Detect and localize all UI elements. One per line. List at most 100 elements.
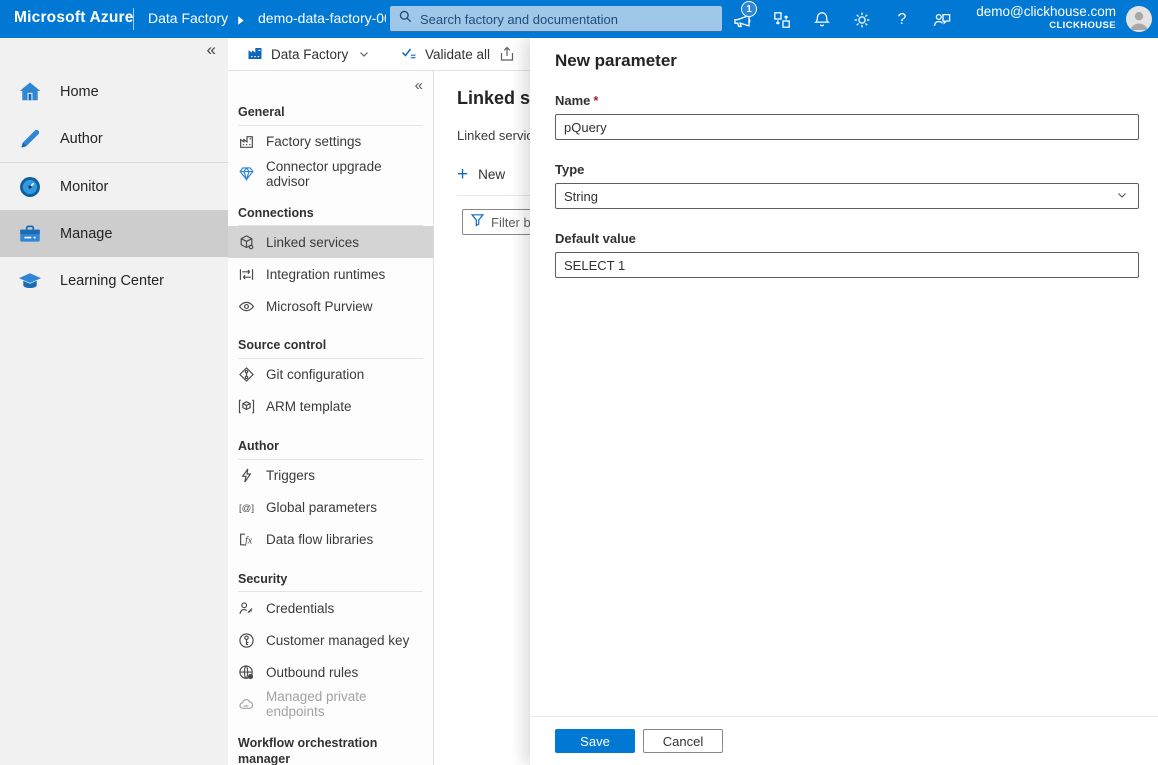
sidebar-section-workflow-orchestration-manager: Workflow orchestration manager [228,732,433,765]
sidebar-item-connector-upgrade-advisor[interactable]: Connector upgrade advisor [228,158,433,190]
new-linked-service-button[interactable]: + New [457,165,505,184]
nav-item-label: Manage [60,226,112,242]
sidebar-item-label: Connector upgrade advisor [266,159,423,189]
monitor-icon [17,174,43,200]
cancel-button[interactable]: Cancel [643,729,723,753]
sidebar-item-factory-settings[interactable]: Factory settings [228,126,433,158]
azure-logo[interactable]: Microsoft Azure [14,9,134,27]
sidebar-item-integration-runtimes[interactable]: Integration runtimes [228,258,433,290]
new-button-label: New [478,167,505,182]
sidebar-item-git-configuration[interactable]: Git configuration [228,359,433,391]
panel-footer: Save Cancel [530,716,1158,765]
sidebar-item-label: Managed private endpoints [266,689,423,719]
global-parameters-icon: [@] [238,499,255,516]
svg-text:[@]: [@] [239,503,254,514]
sidebar-item-label: Microsoft Purview [266,299,373,314]
section-header: Connections [228,202,433,225]
azure-data-factory-app: Microsoft Azure Data Factory demo-data-f… [0,0,1158,765]
sidebar-item-global-parameters[interactable]: [@] Global parameters [228,492,433,524]
factory-selector[interactable]: Data Factory [246,38,348,70]
sidebar-section-connections: Connections Linked services Integration ru… [228,202,433,323]
breadcrumb-chevron-icon [237,13,245,31]
dataflow-libraries-icon: fx [238,531,255,548]
plus-icon: + [457,165,468,184]
sidebar-item-label: Outbound rules [266,665,358,680]
new-parameter-panel: New parameter Name* Type String Default … [530,38,1158,765]
switch-directory-icon[interactable] [770,8,794,32]
nav-item-learning-center[interactable]: Learning Center [0,257,228,304]
type-label: Type [555,162,1133,177]
sidebar-item-label: Triggers [266,468,315,483]
sidebar-collapse-icon[interactable]: « [415,77,423,94]
sidebar-item-data-flow-libraries[interactable]: fxData flow libraries [228,524,433,556]
validate-all-label: Validate all [425,47,490,62]
validate-icon [400,44,418,65]
author-icon [17,126,43,152]
sidebar-item-customer-managed-key[interactable]: Customer managed key [228,624,433,656]
sidebar-item-arm-template[interactable]: ARM template [228,391,433,423]
notifications-bell-icon[interactable] [810,8,834,32]
sidebar-item-label: Global parameters [266,500,377,515]
triggers-icon [238,467,255,484]
sidebar-item-credentials[interactable]: Credentials [228,592,433,624]
credentials-icon [238,600,255,617]
sidebar-item-microsoft-purview[interactable]: Microsoft Purview [228,290,433,322]
sidebar-section-general: GeneralFactory settingsConnector upgrade… [228,101,433,190]
sidebar-item-label: ARM template [266,399,352,414]
panel-title: New parameter [555,51,1158,71]
factory-selector-label: Data Factory [271,47,348,62]
sidebar-item-label: Git configuration [266,367,364,382]
sidebar-item-linked-services[interactable]: Linked services [228,226,433,258]
search-input[interactable] [420,12,714,27]
name-label: Name* [555,93,1133,108]
linked-services-icon [238,234,255,251]
chevron-down-icon [1116,189,1128,204]
manage-sidebar: « GeneralFactory settingsConnector upgra… [228,71,434,765]
sidebar-item-label: Linked services [266,235,359,250]
sidebar-item-managed-private-endpoints: Managed private endpoints [228,688,433,720]
factory-icon [246,44,264,65]
export-template-icon[interactable] [498,38,516,70]
default-value-input[interactable] [555,252,1139,278]
connector-upgrade-icon [238,165,255,182]
section-header: Source control [228,334,433,357]
search-icon [398,9,413,29]
sidebar-item-triggers[interactable]: Triggers [228,460,433,492]
nav-item-monitor[interactable]: Monitor [0,163,228,210]
account-info[interactable]: demo@clickhouse.com CLICKHOUSE [976,4,1116,32]
filter-funnel-icon [470,212,485,232]
nav-item-author[interactable]: Author [0,115,228,162]
left-nav-collapse-icon[interactable]: « [207,40,216,60]
factory-chevron-down-icon[interactable] [358,38,370,70]
outbound-rules-icon [238,664,255,681]
managed-private-endpoints-icon [238,696,255,713]
home-icon [17,79,43,105]
required-asterisk: * [593,93,598,108]
sidebar-item-label: Integration runtimes [266,267,385,282]
nav-item-label: Author [60,131,103,147]
breadcrumb-app[interactable]: Data Factory [148,10,228,26]
manage-icon [17,221,43,247]
sidebar-section-author: AuthorTriggers[@]Global parametersfxData… [228,435,433,556]
avatar[interactable] [1126,6,1152,32]
topbar-search [390,6,722,32]
sidebar-item-outbound-rules[interactable]: Outbound rules [228,656,433,688]
sidebar-section-source-control: Source control Git configuration ARM templ… [228,334,433,423]
breadcrumb-resource[interactable]: demo-data-factory-00 [258,10,386,26]
notification-count-badge: 1 [741,1,757,17]
purview-icon [238,298,255,315]
settings-gear-icon[interactable] [850,8,874,32]
nav-item-home[interactable]: Home [0,68,228,115]
git-configuration-icon [238,366,255,383]
nav-item-manage[interactable]: Manage [0,210,228,257]
validate-all-button[interactable]: Validate all [400,38,490,70]
nav-item-label: Learning Center [60,273,164,289]
feedback-icon[interactable] [930,8,954,32]
nav-item-label: Monitor [60,179,108,195]
learning-center-icon [17,268,43,294]
type-select[interactable]: String [555,183,1139,209]
save-button[interactable]: Save [555,729,635,753]
name-input[interactable] [555,114,1139,140]
help-icon[interactable]: ? [890,8,914,32]
section-header: General [228,101,433,124]
